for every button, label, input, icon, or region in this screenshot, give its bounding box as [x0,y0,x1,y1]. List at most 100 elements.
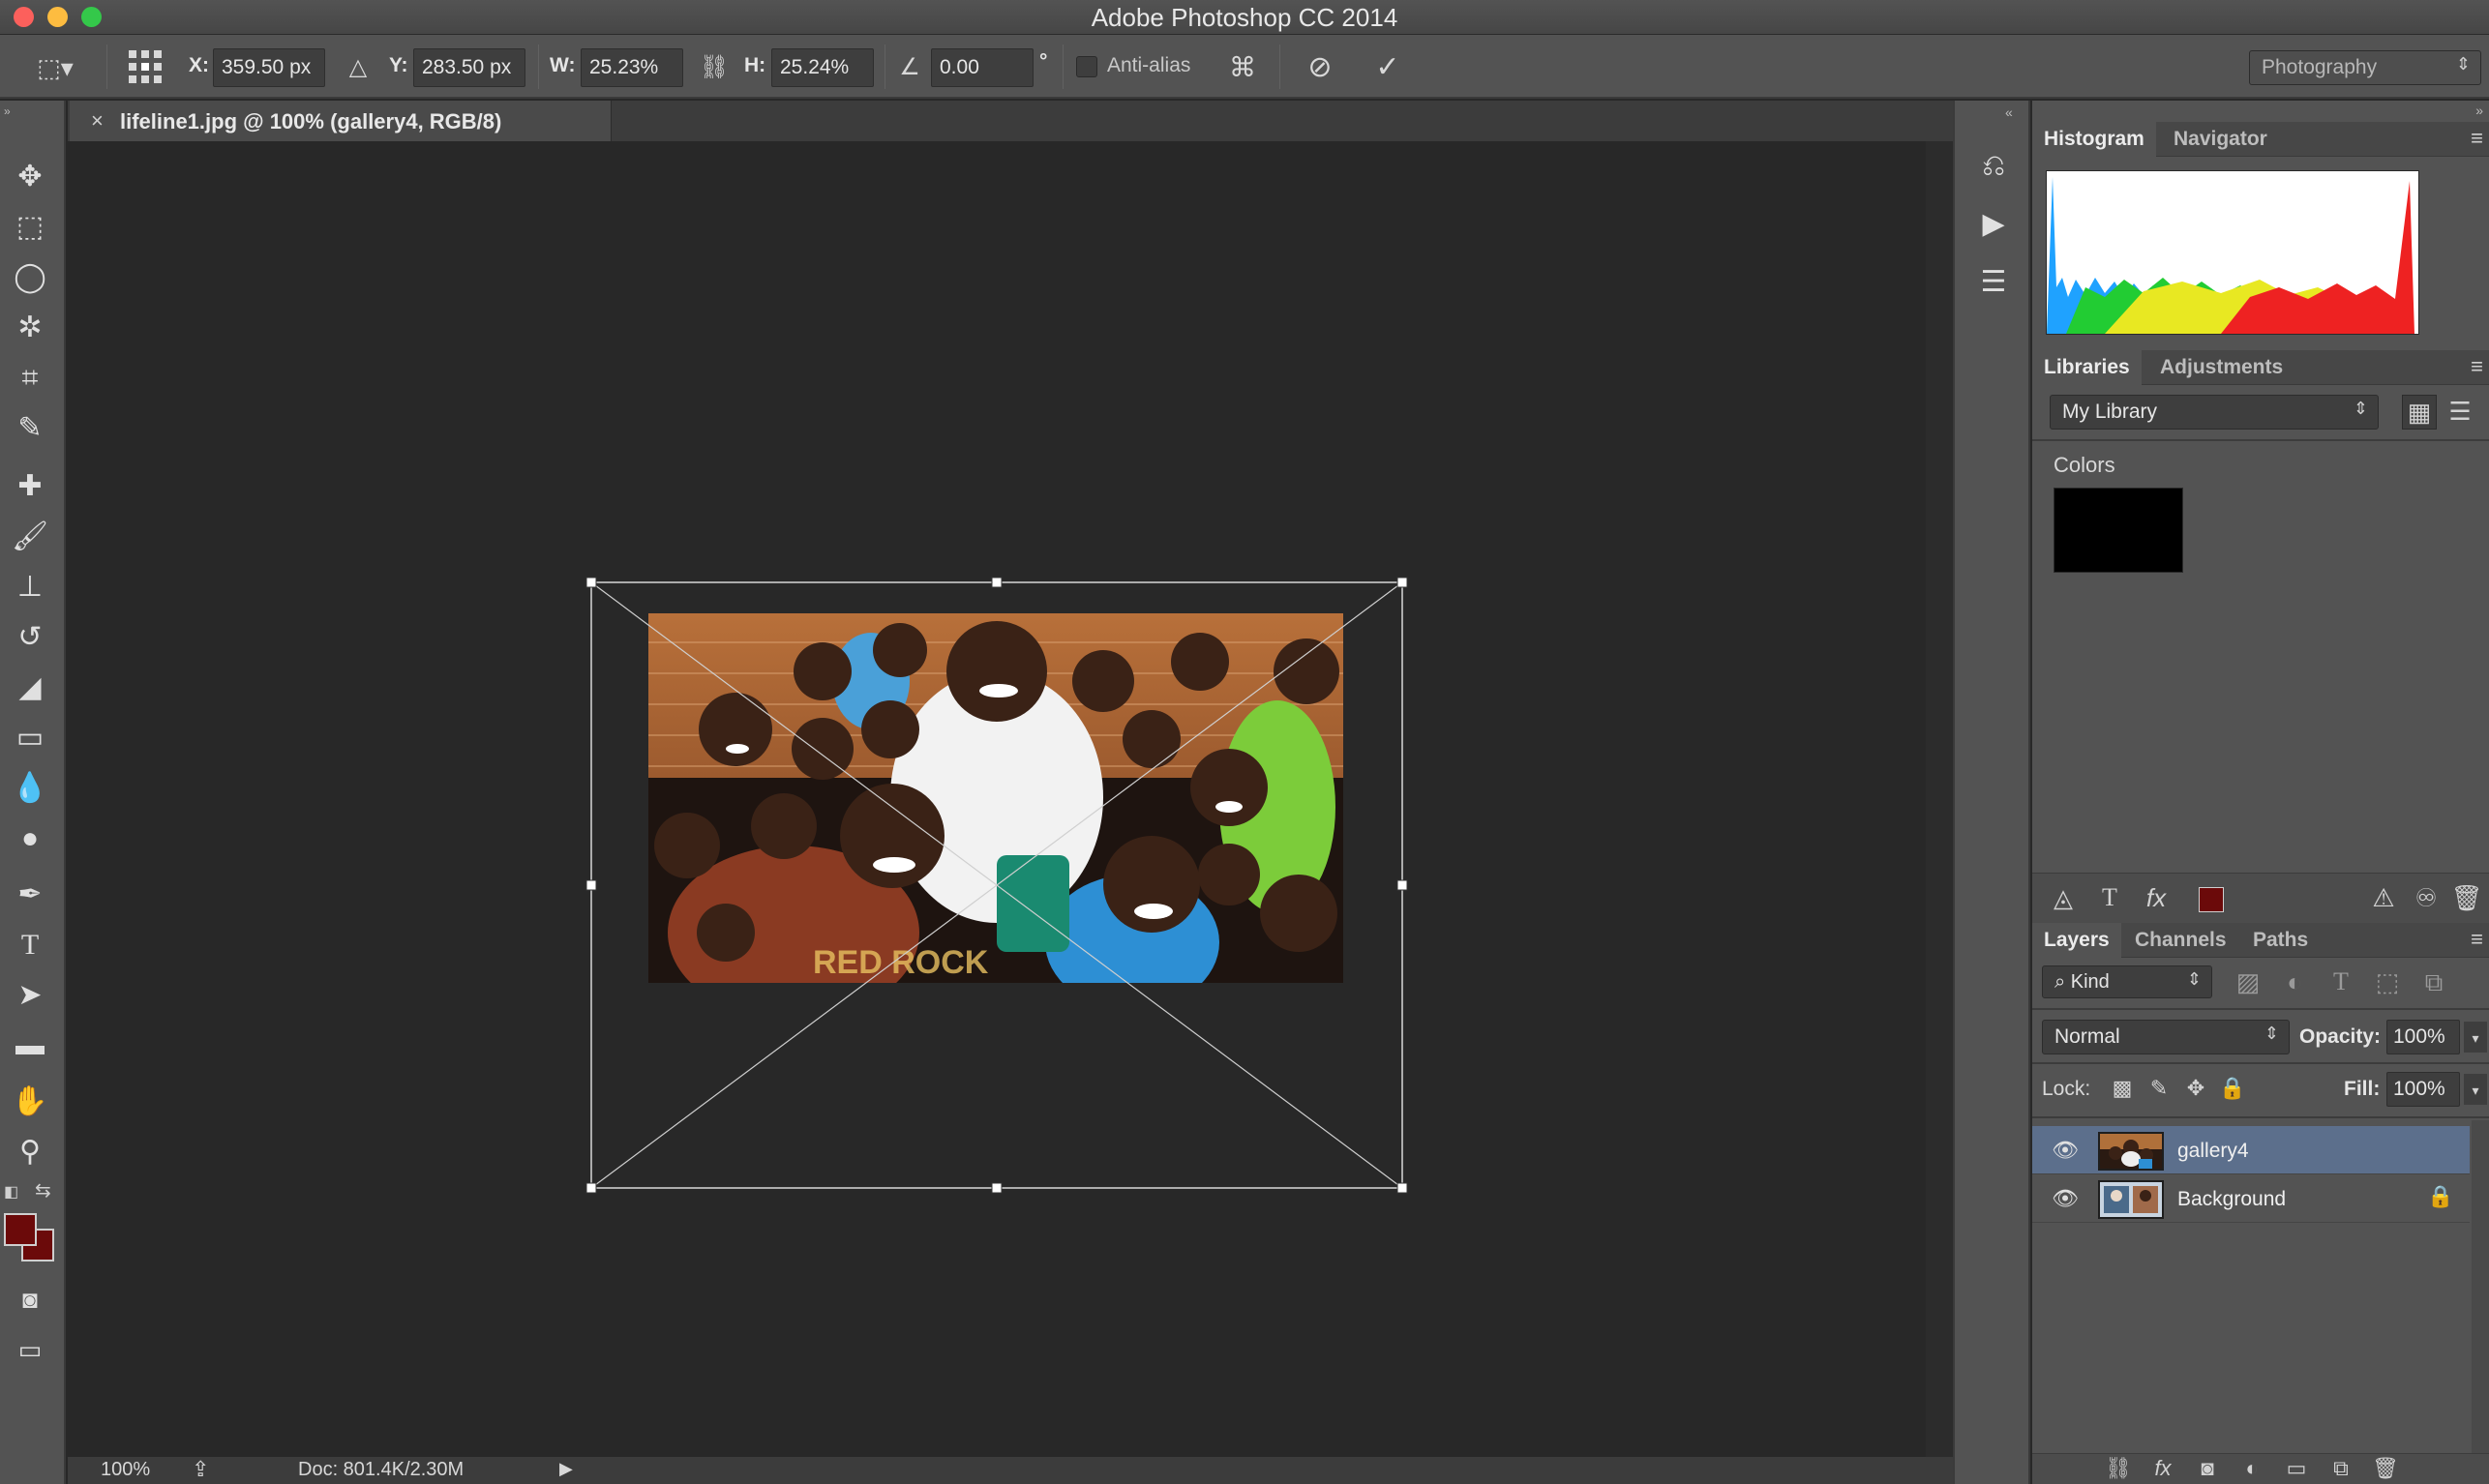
lock-transparent-pixels-icon[interactable]: ▩ [2108,1072,2137,1105]
handle-top-left[interactable] [585,577,597,588]
rectangle-tool-icon[interactable]: ▬ [10,1025,50,1066]
zoom-tool-icon[interactable]: ⚲ [10,1132,50,1172]
commit-transform-icon[interactable]: ✓ [1366,48,1409,87]
width-field[interactable]: 25.23% [581,48,683,87]
antialias-checkbox[interactable] [1076,56,1097,77]
opacity-field[interactable]: 100% [2386,1020,2460,1054]
workspace-select[interactable]: Photography ⇕ [2249,50,2481,85]
lasso-tool-icon[interactable]: ◯ [10,257,50,298]
properties-panel-icon[interactable]: ☰ [1972,261,2015,304]
new-group-icon[interactable]: ▭ [2280,1452,2313,1484]
add-mask-icon[interactable]: ◙ [2191,1452,2224,1484]
panel-menu-icon[interactable]: ≡ [2471,126,2483,151]
grid-view-icon[interactable]: ▦ [2402,395,2437,430]
quick-mask-icon[interactable]: ◙ [10,1279,50,1320]
handle-bottom-left[interactable] [585,1182,597,1194]
warp-mode-icon[interactable]: ⌘ [1221,48,1264,87]
move-tool-icon[interactable]: ✥ [10,157,50,197]
tab-navigator[interactable]: Navigator [2162,122,2279,157]
transform-tool-preset-icon[interactable]: ⬚▾ [29,48,81,87]
lock-all-icon[interactable]: 🔒 [2218,1072,2247,1105]
hand-tool-icon[interactable]: ✋ [10,1082,50,1122]
layer-name[interactable]: Background [2177,1188,2286,1211]
filter-type-icon[interactable]: T [2324,965,2357,998]
filter-pixel-icon[interactable]: ▨ [2232,965,2264,998]
new-layer-icon[interactable]: ⧉ [2324,1452,2357,1484]
tab-channels[interactable]: Channels [2123,923,2238,958]
dodge-tool-icon[interactable]: ● [10,818,50,859]
fill-field[interactable]: 100% [2386,1072,2460,1107]
vertical-scrollbar[interactable] [1926,141,1953,1457]
fill-dropdown-icon[interactable]: ▾ [2464,1074,2487,1105]
link-proportions-icon[interactable]: ⛓ [697,48,732,87]
rotate-angle-field[interactable]: 0.00 [931,48,1034,87]
panel-menu-icon[interactable]: ≡ [2471,927,2483,952]
eye-icon[interactable]: 👁 [2052,1138,2079,1163]
panel-menu-icon[interactable]: ≡ [2471,354,2483,379]
delete-icon[interactable]: 🗑 [2450,881,2483,914]
filter-smart-object-icon[interactable]: ⧉ [2417,965,2450,998]
pen-tool-icon[interactable]: ✒ [10,875,50,915]
height-field[interactable]: 25.24% [771,48,874,87]
add-character-style-icon[interactable]: T [2092,881,2127,914]
collapse-dock-icon[interactable]: « [2005,104,2013,120]
filter-adjustment-icon[interactable]: ◐ [2278,965,2311,998]
handle-top-right[interactable] [1396,577,1408,588]
document-tab[interactable]: × lifeline1.jpg @ 100% (gallery4, RGB/8) [70,101,612,141]
handle-middle-right[interactable] [1396,879,1408,891]
y-position-field[interactable]: 283.50 px [413,48,525,87]
layer-row-background[interactable]: 👁 Background 🔒 [2032,1174,2470,1223]
history-panel-icon[interactable]: ⎌ [1972,145,2015,188]
brush-tool-icon[interactable]: 🖌 [10,517,50,557]
lock-position-icon[interactable]: ✥ [2181,1072,2210,1105]
lock-image-pixels-icon[interactable]: ✎ [2144,1072,2174,1105]
handle-bottom-center[interactable] [991,1182,1003,1194]
tab-paths[interactable]: Paths [2241,923,2320,958]
list-view-icon[interactable]: ☰ [2443,395,2477,430]
zoom-level[interactable]: 100% [101,1459,150,1481]
default-colors-icon[interactable]: ◧ [4,1182,18,1202]
document-size-info[interactable]: Doc: 801.4K/2.30M [298,1459,464,1481]
transform-bounding-box[interactable] [581,575,1413,1200]
eraser-tool-icon[interactable]: ◢ [10,668,50,708]
filter-shape-icon[interactable]: ⬚ [2371,965,2404,998]
close-tab-icon[interactable]: × [91,108,104,134]
layer-row-gallery4[interactable]: 👁 gallery4 [2032,1126,2470,1174]
blend-mode-select[interactable]: Normal ⇕ [2042,1020,2290,1054]
add-graphic-icon[interactable]: ◬ [2046,881,2081,914]
tab-adjustments[interactable]: Adjustments [2148,350,2294,385]
marquee-tool-icon[interactable]: ⬚ [10,207,50,248]
tab-layers[interactable]: Layers [2032,923,2121,958]
path-selection-tool-icon[interactable]: ➤ [10,975,50,1016]
reference-point-icon[interactable] [126,48,165,96]
add-foreground-color-icon[interactable] [2199,887,2224,912]
blur-tool-icon[interactable]: 💧 [10,768,50,809]
layers-scrollbar[interactable] [2472,1120,2489,1455]
export-icon[interactable]: ⇪ [192,1457,209,1482]
eyedropper-tool-icon[interactable]: ✎ [10,408,50,449]
cancel-transform-icon[interactable]: ⊘ [1299,48,1341,87]
new-adjustment-layer-icon[interactable]: ◐ [2235,1452,2268,1484]
expand-panels-icon[interactable]: » [2475,103,2483,118]
clone-stamp-tool-icon[interactable]: ⊥ [10,567,50,608]
eye-icon[interactable]: 👁 [2052,1186,2079,1211]
foreground-color-swatch[interactable] [4,1213,37,1246]
warning-icon[interactable]: ⚠ [2367,881,2400,914]
status-menu-arrow-icon[interactable]: ▶ [559,1459,573,1479]
healing-brush-tool-icon[interactable]: ✚ [10,466,50,507]
tab-libraries[interactable]: Libraries [2032,350,2142,385]
handle-top-center[interactable] [991,577,1003,588]
link-layers-icon[interactable]: ⛓ [2102,1452,2135,1484]
swap-colors-icon[interactable]: ⇆ [35,1178,51,1202]
library-color-swatch[interactable] [2054,488,2183,573]
add-layer-style-icon[interactable]: fx [2146,1452,2179,1484]
crop-tool-icon[interactable]: ⌗ [10,358,50,399]
creative-cloud-icon[interactable]: ♾ [2410,881,2443,914]
x-position-field[interactable]: 359.50 px [213,48,325,87]
relative-position-icon[interactable]: △ [341,48,375,87]
tab-histogram[interactable]: Histogram [2032,122,2156,157]
gradient-tool-icon[interactable]: ▭ [10,718,50,758]
history-brush-tool-icon[interactable]: ↺ [10,617,50,658]
layer-kind-filter[interactable]: ⌕ Kind ⇕ [2042,965,2212,998]
collapse-toolbar-icon[interactable]: » [0,104,64,118]
